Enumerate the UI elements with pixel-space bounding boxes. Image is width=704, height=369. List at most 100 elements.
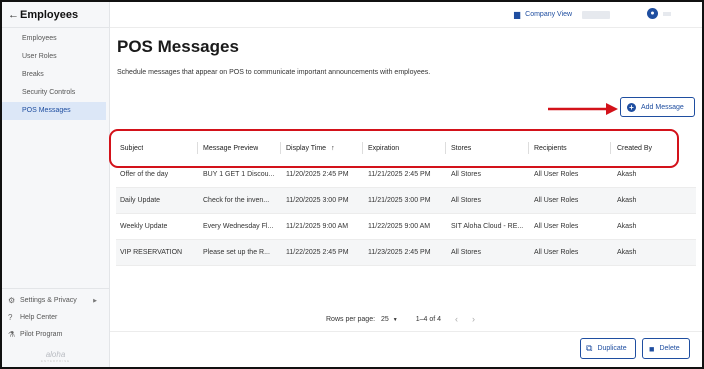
cell-display-time: 11/22/2025 2:45 PM [286,249,349,256]
delete-label: Delete [659,345,680,352]
column-header-display-time[interactable]: Display Time ↑ [286,136,335,161]
column-divider [362,142,363,154]
add-message-label: Add Message [641,103,684,111]
cell-display-time: 11/21/2025 9:00 AM [286,223,349,230]
sidebar-title: Employees [20,8,79,21]
column-header-subject[interactable]: Subject [120,136,143,161]
column-header-created-by[interactable]: Created By [617,136,652,161]
trash-icon: ■ [649,343,655,354]
sidebar-bottom: ⚙ Settings & Privacy ▶ ? Help Center ⚗ P… [2,288,109,343]
duplicate-button[interactable]: ⧉ Duplicate [580,338,636,359]
page-description: Schedule messages that appear on POS to … [117,69,431,76]
chevron-right-icon[interactable]: › [472,314,475,324]
sidebar-item-employees[interactable]: Employees [2,30,109,48]
duplicate-label: Duplicate [597,345,627,352]
column-header-message-preview[interactable]: Message Preview [203,136,258,161]
cell-stores: All Stores [451,249,481,256]
cell-message-preview: Please set up the R... [203,249,270,256]
table-row[interactable]: Weekly Update Every Wednesday Fl... 11/2… [116,214,696,240]
user-menu[interactable]: ● [647,8,671,19]
top-bar: ▆ Company View ● [110,2,702,28]
store-icon: ▆ [514,10,521,19]
cell-subject: Offer of the day [120,171,169,178]
cell-subject: VIP RESERVATION [120,249,183,256]
sidebar-item-label: Pilot Program [20,331,63,338]
caret-down-icon: ▼ [392,316,398,323]
chevron-right-icon: ▶ [93,297,97,304]
sidebar-item-label: Settings & Privacy [20,297,77,304]
cell-created-by: Akash [617,171,637,178]
cell-stores: All Stores [451,197,481,204]
company-view-selector[interactable]: ▆ Company View [514,10,611,19]
table-header: Subject Message Preview Display Time ↑ E… [109,129,696,168]
column-header-label: Display Time [286,145,327,152]
cell-subject: Weekly Update [120,223,168,230]
cell-stores: All Stores [451,171,481,178]
sidebar-item-help-center[interactable]: ? Help Center [2,309,109,326]
table-row[interactable]: VIP RESERVATION Please set up the R... 1… [116,240,696,266]
arrow-left-icon[interactable]: ← [8,9,20,21]
cell-expiration: 11/22/2025 9:00 AM [368,223,431,230]
column-divider [197,142,198,154]
rows-per-page-value: 25 [381,315,389,323]
column-divider [528,142,529,154]
rows-per-page-select[interactable]: 25 ▼ [381,316,398,323]
table-row[interactable]: Daily Update Check for the inven... 11/2… [116,188,696,214]
messages-table: Subject Message Preview Display Time ↑ E… [109,129,696,266]
sidebar-item-user-roles[interactable]: User Roles [2,48,109,66]
sort-ascending-icon: ↑ [331,145,335,152]
add-message-button[interactable]: + Add Message [620,97,695,117]
logo-subtext: ENTERPRISE [40,359,71,363]
sidebar-item-label: Help Center [20,314,58,321]
column-divider [610,142,611,154]
cell-expiration: 11/21/2025 3:00 PM [368,197,431,204]
bottom-divider [110,331,702,332]
column-divider [445,142,446,154]
sidebar-item-security-controls[interactable]: Security Controls [2,84,109,102]
cell-message-preview: BUY 1 GET 1 Discou... [203,171,275,178]
pagination-range: 1–4 of 4 [415,315,442,323]
pilot-icon: ⚗ [8,330,16,339]
cell-recipients: All User Roles [534,223,579,230]
plus-icon: + [627,102,636,112]
sidebar-header: ← Employees [2,2,109,28]
brand-logo: aloha ENTERPRISE [2,350,109,363]
column-divider [280,142,281,154]
sidebar: ← Employees Employees User Roles Breaks … [2,2,110,367]
annotation-arrow-icon [548,103,618,115]
user-avatar-icon: ● [647,8,658,19]
cell-recipients: All User Roles [534,171,579,178]
chevron-left-icon[interactable]: ‹ [455,314,458,324]
column-header-recipients[interactable]: Recipients [534,136,567,161]
page-title: POS Messages [117,37,239,56]
cell-recipients: All User Roles [534,197,579,204]
sidebar-item-pos-messages[interactable]: POS Messages [2,102,106,120]
cell-subject: Daily Update [120,197,161,204]
sidebar-item-settings-privacy[interactable]: ⚙ Settings & Privacy ▶ [2,292,109,309]
company-name-redacted [582,10,611,19]
gear-icon: ⚙ [8,296,16,305]
cell-expiration: 11/21/2025 2:45 PM [368,171,431,178]
cell-created-by: Akash [617,249,637,256]
cell-display-time: 11/20/2025 2:45 PM [286,171,349,178]
column-header-expiration[interactable]: Expiration [368,136,399,161]
cell-recipients: All User Roles [534,249,579,256]
sidebar-item-pilot-program[interactable]: ⚗ Pilot Program [2,326,109,343]
pagination: Rows per page: 25 ▼ 1–4 of 4 ‹ › [326,314,475,324]
table-row[interactable]: Offer of the day BUY 1 GET 1 Discou... 1… [116,162,696,188]
rows-per-page-label: Rows per page: [326,315,376,323]
cell-created-by: Akash [617,223,637,230]
cell-message-preview: Every Wednesday Fl... [203,223,274,230]
cell-stores: SIT Aloha Cloud - RE... [451,223,524,230]
cell-expiration: 11/23/2025 2:45 PM [368,249,431,256]
help-icon: ? [8,313,13,322]
company-view-label: Company View [525,11,573,18]
logo-text: aloha [45,350,66,359]
cell-created-by: Akash [617,197,637,204]
cell-display-time: 11/20/2025 3:00 PM [286,197,349,204]
user-name-redacted [663,11,671,16]
delete-button[interactable]: ■ Delete [642,338,690,359]
sidebar-item-breaks[interactable]: Breaks [2,66,109,84]
column-header-stores[interactable]: Stores [451,136,471,161]
copy-icon: ⧉ [586,343,593,353]
